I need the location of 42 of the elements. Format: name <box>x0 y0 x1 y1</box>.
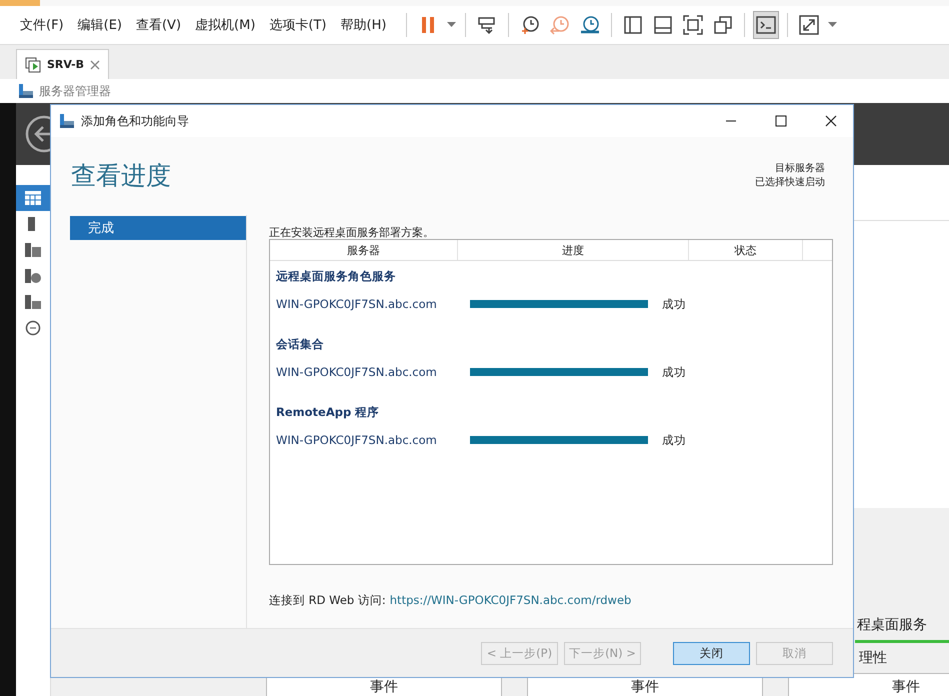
menu-item[interactable]: 虚拟机(M) <box>195 16 256 34</box>
group-heading: 远程桌面服务角色服务 <box>276 269 397 285</box>
status-text: 成功 <box>662 296 686 312</box>
wizard-icon <box>59 113 75 129</box>
menu-item[interactable]: 选项卡(T) <box>269 16 326 34</box>
link-label: 连接到 RD Web 访问: <box>269 593 386 608</box>
tab-label: SRV-B <box>47 58 84 71</box>
maximize-icon[interactable] <box>775 115 787 127</box>
app-title: 服务器管理器 <box>39 82 111 100</box>
wizard-step[interactable]: 完成 <box>70 216 246 240</box>
server-name: WIN-GPOKC0JF7SN.abc.com <box>276 433 438 447</box>
status-message: 正在安装远程桌面服务部署方案。 <box>269 225 435 239</box>
column-header: 服务器 <box>270 240 458 260</box>
server-manager-icon <box>18 83 34 99</box>
page-heading: 查看进度 <box>71 160 171 192</box>
menu-item[interactable]: 帮助(H) <box>340 16 386 34</box>
column-header: 状态 <box>689 240 803 260</box>
console-icon[interactable] <box>753 11 780 39</box>
menu-item[interactable]: 编辑(E) <box>78 16 122 34</box>
server-name: WIN-GPOKC0JF7SN.abc.com <box>276 365 438 379</box>
panel-title: 事件 <box>631 678 659 696</box>
panel-title: 事件 <box>892 678 920 696</box>
destination-server-text: 已选择快速启动 <box>755 176 825 189</box>
status-text: 成功 <box>662 432 686 448</box>
vm-tab[interactable]: SRV-B <box>16 49 110 79</box>
group-heading: 会话集合 <box>276 337 325 353</box>
menu-item[interactable]: 查看(V) <box>136 16 182 34</box>
panel-title: 事件 <box>370 678 398 696</box>
tile-label: 理性 <box>858 649 888 667</box>
dialog-button[interactable]: 关闭 <box>673 642 750 664</box>
column-header: 进度 <box>458 240 689 260</box>
section-heading: 程桌面服务 <box>856 616 928 634</box>
menu-item[interactable]: 文件(F) <box>20 16 64 34</box>
group-heading: RemoteApp 程序 <box>276 405 380 421</box>
dashboard-nav-icon[interactable] <box>16 185 50 211</box>
destination-server-text: 目标服务器 <box>775 162 825 175</box>
virtual-machine-icon <box>25 56 41 72</box>
rd-web-link[interactable]: https://WIN-GPOKC0JF7SN.abc.com/rdweb <box>390 593 632 608</box>
status-text: 成功 <box>662 364 686 380</box>
server-name: WIN-GPOKC0JF7SN.abc.com <box>276 297 438 311</box>
close-icon[interactable] <box>825 115 837 127</box>
dialog-title: 添加角色和功能向导 <box>81 112 189 130</box>
